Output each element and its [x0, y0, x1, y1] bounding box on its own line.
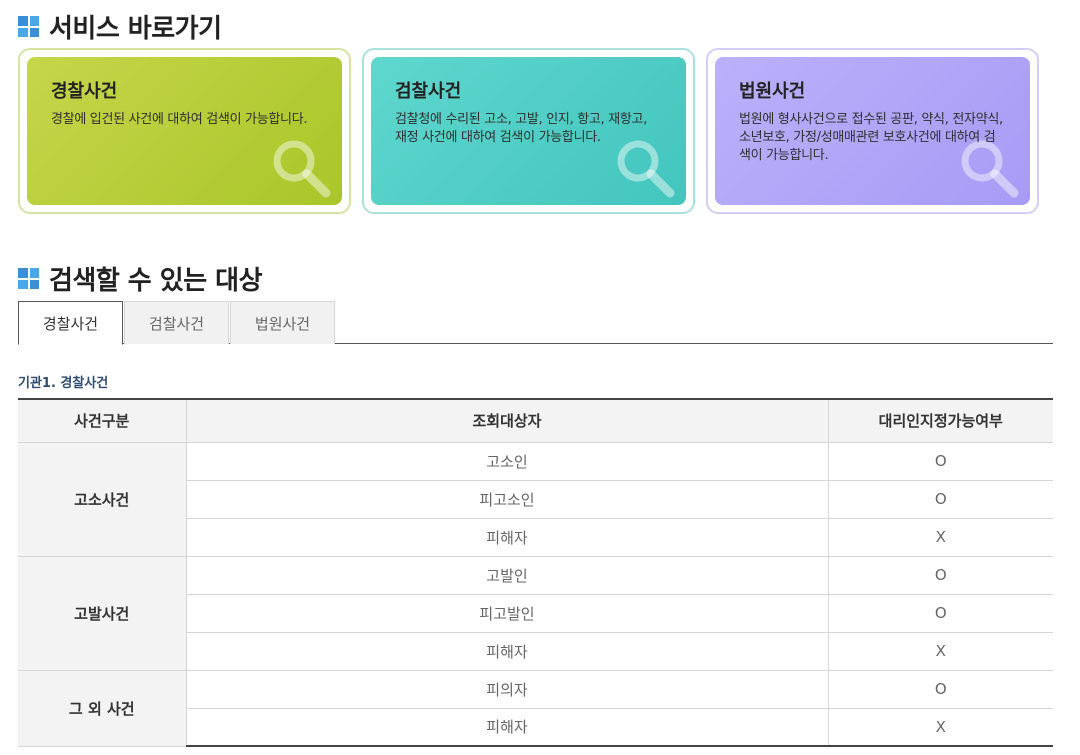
- column-header: 조회대상자: [185, 398, 828, 443]
- target-cell: 피의자: [185, 670, 828, 709]
- column-header: 대리인지정가능여부: [827, 398, 1053, 443]
- proxy-cell: X: [827, 632, 1053, 671]
- agency-subheading: 기관1. 경찰사건: [18, 376, 109, 391]
- service-section-heading: 서비스 바로가기: [18, 8, 222, 45]
- column-header: 사건구분: [18, 398, 186, 443]
- windows-grid-icon: [18, 16, 39, 37]
- case-category: 그 외 사건: [18, 670, 186, 747]
- target-cell: 피해자: [185, 632, 828, 671]
- magnifier-icon: [273, 140, 331, 198]
- target-section-title: 검색할 수 있는 대상: [49, 266, 263, 296]
- target-cell: 피해자: [185, 708, 828, 747]
- target-cell: 피해자: [185, 518, 828, 557]
- proxy-cell: O: [827, 480, 1053, 519]
- card-title: 경찰사건: [51, 81, 118, 102]
- prosecution-case-card[interactable]: 검찰사건 검찰청에 수리된 고소, 고발, 인지, 항고, 재항고, 재정 사건…: [362, 48, 695, 214]
- card-title: 검찰사건: [395, 81, 462, 102]
- tab-court[interactable]: 법원사건: [230, 301, 335, 344]
- tab-police[interactable]: 경찰사건: [18, 301, 123, 345]
- case-category: 고발사건: [18, 556, 186, 671]
- proxy-cell: O: [827, 670, 1053, 709]
- case-category: 고소사건: [18, 442, 186, 557]
- table-row: 그 외 사건 피의자 O: [18, 670, 1053, 747]
- proxy-cell: X: [827, 708, 1053, 747]
- search-target-table: 사건구분 조회대상자 대리인지정가능여부 고소사건 고소인 O 피고소인 O 피…: [18, 398, 1053, 747]
- card-description: 경찰에 입건된 사건에 대하여 검색이 가능합니다.: [51, 112, 308, 127]
- proxy-cell: O: [827, 556, 1053, 595]
- police-case-card[interactable]: 경찰사건 경찰에 입건된 사건에 대하여 검색이 가능합니다.: [18, 48, 351, 214]
- target-section-heading: 검색할 수 있는 대상: [18, 260, 263, 297]
- target-cell: 피고발인: [185, 594, 828, 633]
- tab-prosecution[interactable]: 검찰사건: [124, 301, 229, 344]
- proxy-cell: X: [827, 518, 1053, 557]
- target-cell: 고발인: [185, 556, 828, 595]
- target-cell: 피고소인: [185, 480, 828, 519]
- table-row: 고소사건 고소인 O: [18, 442, 1053, 557]
- card-description: 검찰청에 수리된 고소, 고발, 인지, 항고, 재항고, 재정 사건에 대하여…: [395, 112, 648, 145]
- case-type-tabs: 경찰사건 검찰사건 법원사건: [18, 301, 1053, 345]
- table-row: 고발사건 고발인 O: [18, 556, 1053, 671]
- proxy-cell: O: [827, 442, 1053, 481]
- service-cards: 경찰사건 경찰에 입건된 사건에 대하여 검색이 가능합니다. 검찰사건 검찰청…: [18, 48, 1040, 214]
- target-cell: 고소인: [185, 442, 828, 481]
- court-case-card[interactable]: 법원사건 법원에 형사사건으로 접수된 공판, 약식, 전자약식, 소년보호, …: [706, 48, 1039, 214]
- service-section-title: 서비스 바로가기: [49, 14, 222, 44]
- proxy-cell: O: [827, 594, 1053, 633]
- windows-grid-icon: [18, 268, 39, 289]
- card-description: 법원에 형사사건으로 접수된 공판, 약식, 전자약식, 소년보호, 가정/성매…: [739, 112, 1003, 163]
- card-title: 법원사건: [739, 81, 806, 102]
